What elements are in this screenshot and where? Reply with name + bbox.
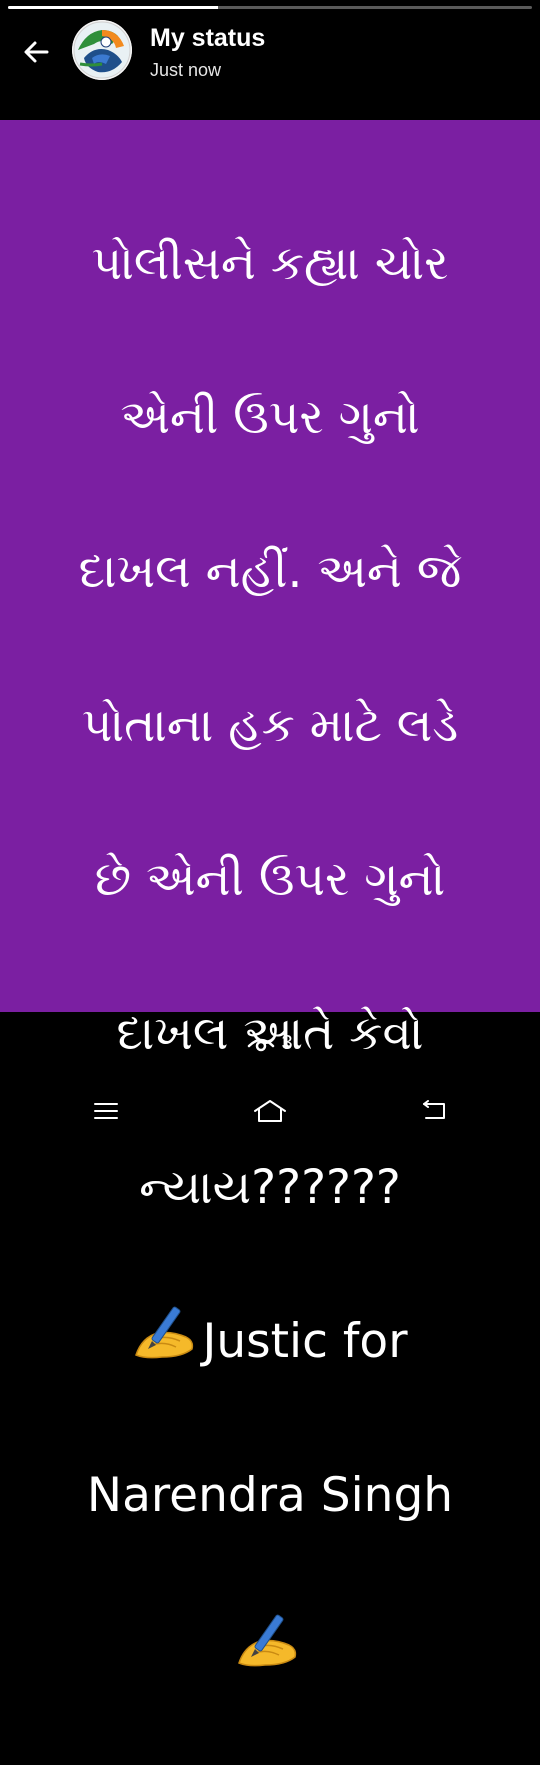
status-timestamp: Just now — [150, 60, 222, 80]
status-line: પોલીસને કહ્યા ચોર — [91, 236, 449, 291]
views-indicator[interactable]: 3 — [0, 1028, 540, 1058]
system-nav-bar — [0, 1080, 540, 1140]
avatar[interactable] — [72, 20, 132, 80]
status-line: Narendra Singh — [86, 1468, 454, 1523]
status-line: એની ઉપર ગુનો — [120, 390, 420, 445]
writing-hand-icon — [235, 1611, 305, 1688]
home-icon — [254, 1100, 286, 1122]
status-line: પોતાના હક માટે લડે — [81, 698, 459, 753]
back-nav-icon — [423, 1100, 445, 1119]
status-card[interactable]: પોલીસને કહ્યા ચોર એની ઉપર ગુનો દાખલ નહીં… — [0, 120, 540, 1667]
status-line-with-icon: Justic for — [20, 1303, 520, 1380]
recent-apps-button[interactable] — [82, 1094, 130, 1128]
status-line: ન્યાય?????? — [139, 1160, 401, 1215]
status-owner-title: My status — [150, 24, 266, 52]
eye-icon — [248, 1038, 275, 1052]
menu-icon — [94, 1103, 118, 1119]
status-line-icon — [20, 1611, 520, 1688]
avatar-image — [72, 20, 132, 80]
writing-hand-icon — [132, 1303, 202, 1380]
status-header: My status Just now — [0, 10, 540, 120]
story-progress-bar — [8, 6, 532, 9]
back-nav-button[interactable] — [410, 1094, 458, 1128]
arrow-left-icon — [24, 41, 49, 63]
view-count: 3 — [281, 1031, 293, 1054]
back-button[interactable] — [16, 32, 56, 72]
status-text: પોલીસને કહ્યા ચોર એની ઉપર ગુનો દાખલ નહીં… — [20, 148, 520, 1765]
status-line: Justic for — [202, 1314, 408, 1369]
status-line: દાખલ નહીં. અને જે — [78, 544, 462, 599]
status-line: છે એની ઉપર ગુનો — [94, 852, 446, 907]
story-progress-fill — [8, 6, 218, 9]
home-button[interactable] — [246, 1094, 294, 1128]
